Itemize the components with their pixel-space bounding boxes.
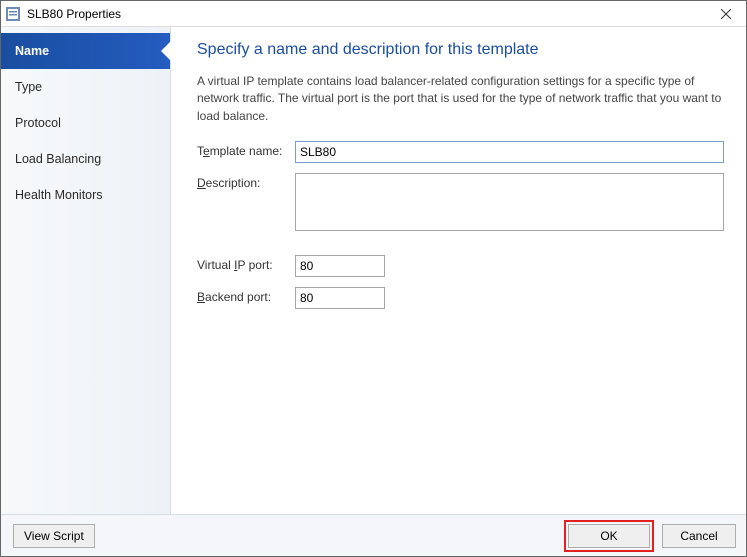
row-backend-port: Backend port: xyxy=(197,287,724,309)
cancel-button[interactable]: Cancel xyxy=(662,524,736,548)
sidebar-item-load-balancing[interactable]: Load Balancing xyxy=(1,141,170,177)
close-button[interactable] xyxy=(706,1,746,27)
ok-highlight: OK xyxy=(564,520,654,552)
virtual-ip-port-input[interactable] xyxy=(295,255,385,277)
content-pane: Specify a name and description for this … xyxy=(171,27,746,514)
page-heading: Specify a name and description for this … xyxy=(197,41,724,59)
sidebar-item-label: Type xyxy=(15,80,42,94)
app-icon xyxy=(5,6,21,22)
label-virtual-ip-port: Virtual IP port: xyxy=(197,255,295,272)
close-icon xyxy=(721,9,731,19)
page-intro: A virtual IP template contains load bala… xyxy=(197,73,724,125)
sidebar-item-type[interactable]: Type xyxy=(1,69,170,105)
sidebar-item-protocol[interactable]: Protocol xyxy=(1,105,170,141)
titlebar: SLB80 Properties xyxy=(1,1,746,27)
window-title: SLB80 Properties xyxy=(27,7,706,21)
sidebar-item-label: Load Balancing xyxy=(15,152,101,166)
dialog-window: SLB80 Properties Name Type Protocol Load… xyxy=(0,0,747,557)
label-template-name: Template name: xyxy=(197,141,295,158)
row-virtual-ip-port: Virtual IP port: xyxy=(197,255,724,277)
description-input[interactable] xyxy=(295,173,724,231)
row-template-name: Template name: xyxy=(197,141,724,163)
label-backend-port: Backend port: xyxy=(197,287,295,304)
sidebar-item-health-monitors[interactable]: Health Monitors xyxy=(1,177,170,213)
sidebar-item-label: Name xyxy=(15,44,49,58)
template-name-input[interactable] xyxy=(295,141,724,163)
backend-port-input[interactable] xyxy=(295,287,385,309)
sidebar: Name Type Protocol Load Balancing Health… xyxy=(1,27,171,514)
sidebar-item-name[interactable]: Name xyxy=(1,33,170,69)
view-script-button[interactable]: View Script xyxy=(13,524,95,548)
sidebar-item-label: Protocol xyxy=(15,116,61,130)
label-description: Description: xyxy=(197,173,295,190)
dialog-body: Name Type Protocol Load Balancing Health… xyxy=(1,27,746,514)
ok-button[interactable]: OK xyxy=(568,524,650,548)
row-description: Description: xyxy=(197,173,724,231)
sidebar-item-label: Health Monitors xyxy=(15,188,103,202)
footer: View Script OK Cancel xyxy=(1,514,746,556)
